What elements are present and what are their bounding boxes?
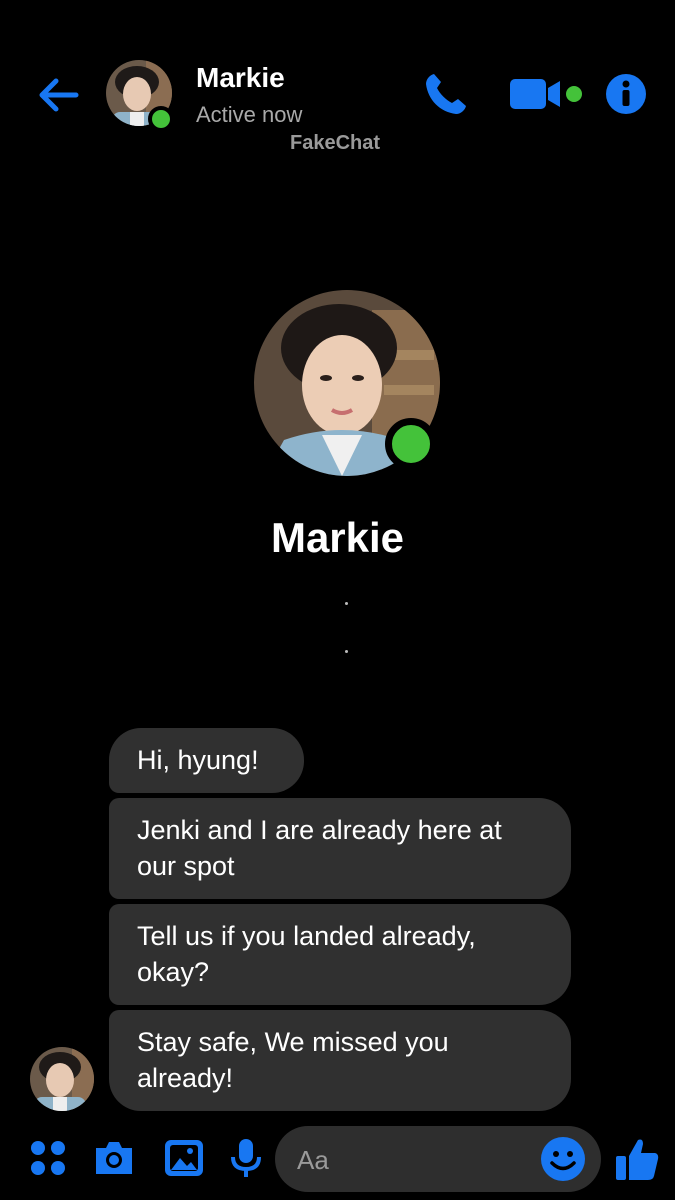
like-button[interactable] bbox=[612, 1134, 662, 1184]
emoji-icon bbox=[541, 1137, 585, 1181]
back-arrow-icon bbox=[39, 78, 79, 112]
message-bubble[interactable]: Tell us if you landed already, okay? bbox=[109, 904, 571, 1005]
message-bubble[interactable]: Stay safe, We missed you already! bbox=[109, 1010, 571, 1111]
microphone-icon bbox=[231, 1139, 261, 1177]
chat-header: Markie Active now FakeChat bbox=[0, 0, 675, 170]
info-icon bbox=[606, 74, 646, 114]
message-bubble[interactable]: Hi, hyung! bbox=[109, 728, 304, 793]
active-status: Active now bbox=[196, 102, 303, 127]
sender-avatar[interactable] bbox=[30, 1047, 94, 1111]
message-input-placeholder: Aa bbox=[297, 1145, 329, 1175]
info-button[interactable] bbox=[604, 72, 648, 116]
apps-button[interactable] bbox=[26, 1136, 70, 1180]
video-camera-icon bbox=[510, 79, 582, 109]
voice-message-button[interactable] bbox=[224, 1136, 268, 1180]
thumbs-up-icon bbox=[616, 1139, 659, 1180]
profile-name: Markie bbox=[270, 514, 405, 561]
phone-icon bbox=[426, 74, 466, 114]
contact-name[interactable]: Markie bbox=[196, 62, 285, 94]
apps-grid-icon bbox=[31, 1141, 65, 1175]
message-bubble[interactable]: Jenki and I are already here at our spot bbox=[109, 798, 571, 899]
gallery-icon bbox=[165, 1140, 203, 1176]
emoji-button[interactable] bbox=[539, 1135, 587, 1183]
back-button[interactable] bbox=[34, 70, 84, 120]
voice-call-button[interactable] bbox=[420, 68, 472, 120]
video-call-button[interactable] bbox=[508, 74, 588, 114]
message-input[interactable]: Aa bbox=[275, 1126, 601, 1192]
separator-dot bbox=[345, 602, 348, 605]
camera-button[interactable] bbox=[92, 1136, 136, 1180]
watermark-text: FakeChat bbox=[290, 132, 381, 154]
online-status-dot bbox=[148, 106, 174, 132]
camera-icon bbox=[96, 1142, 132, 1174]
gallery-button[interactable] bbox=[162, 1136, 206, 1180]
online-status-dot-large bbox=[385, 418, 437, 470]
separator-dot bbox=[345, 650, 348, 653]
